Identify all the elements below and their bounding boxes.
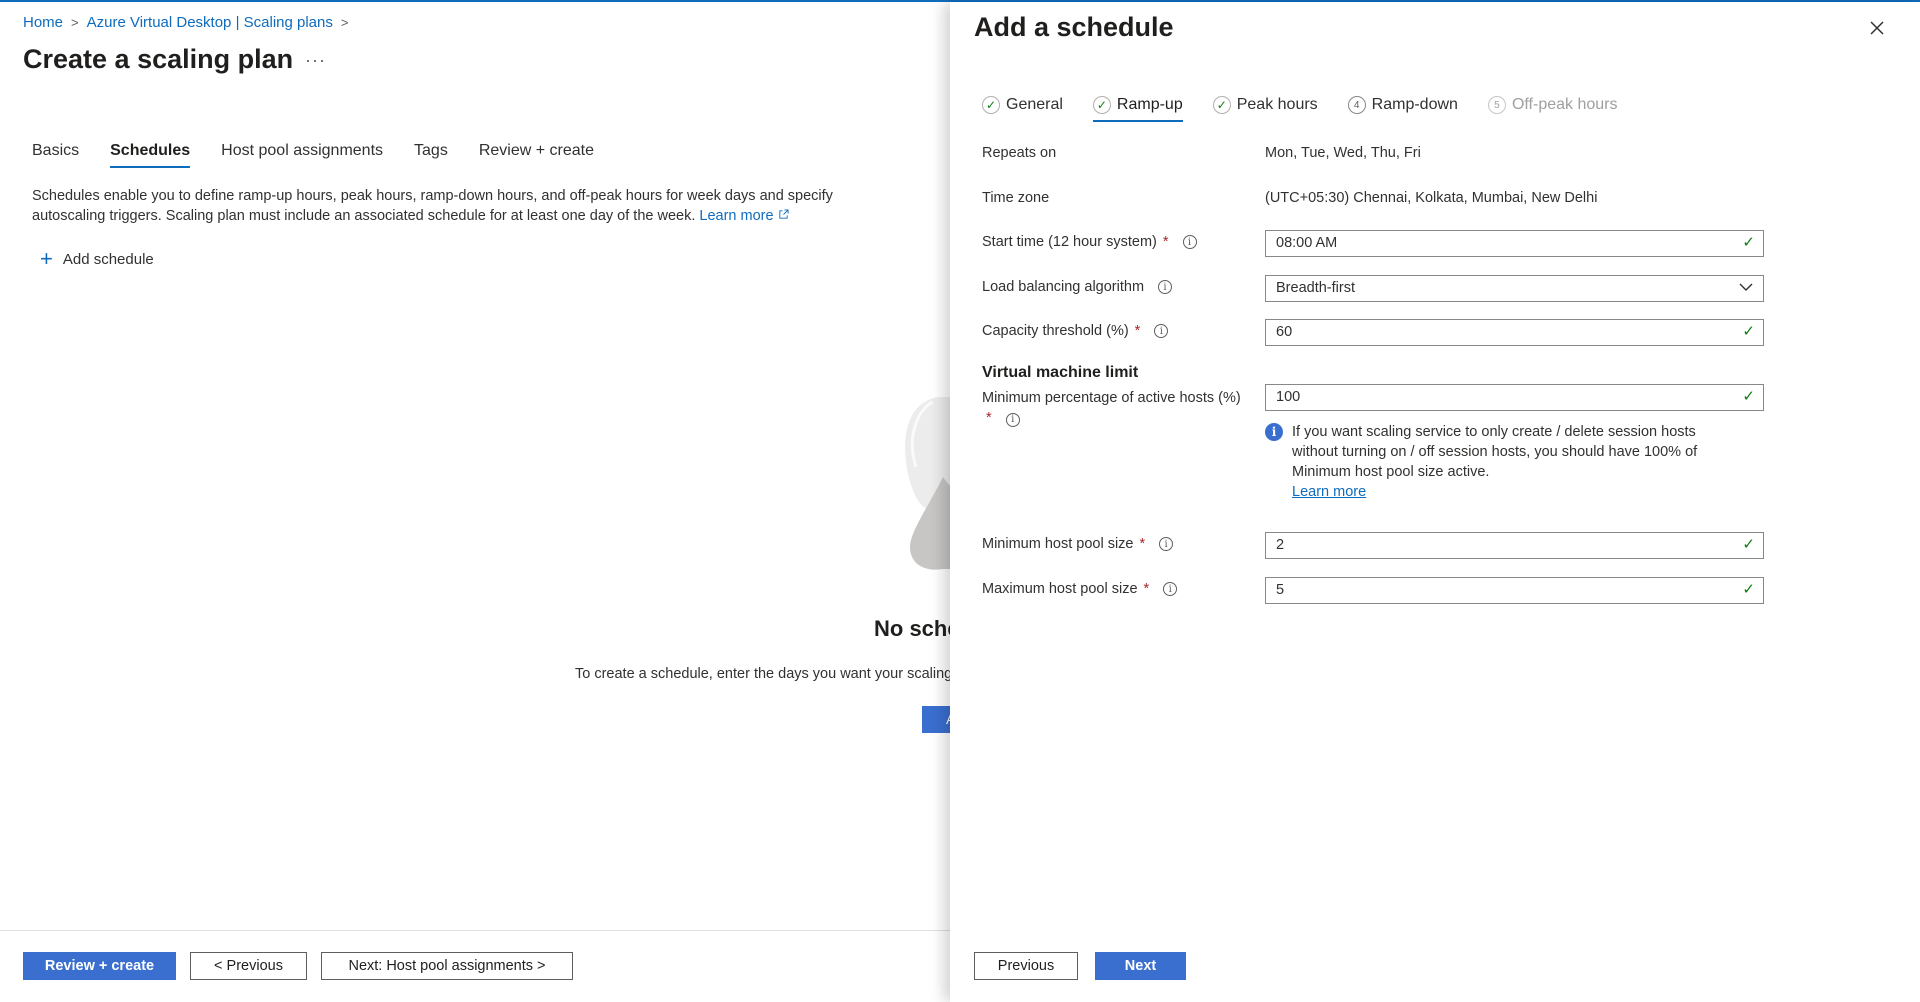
external-link-icon — [778, 209, 789, 219]
create-scaling-plan-page: Home > Azure Virtual Desktop | Scaling p… — [0, 2, 988, 1002]
schedule-steps: ✓ General ✓ Ramp-up ✓ Peak hours 4 Ramp-… — [982, 96, 1647, 122]
max-pool-size-input[interactable]: 5 ✓ — [1265, 577, 1764, 604]
checkmark-icon: ✓ — [1742, 388, 1755, 405]
breadcrumb-separator: > — [71, 15, 79, 30]
checkmark-icon: ✓ — [1742, 234, 1755, 251]
info-icon[interactable]: i — [1005, 413, 1020, 427]
min-active-hosts-input[interactable]: 100 ✓ — [1265, 384, 1764, 411]
breadcrumb: Home > Azure Virtual Desktop | Scaling p… — [23, 14, 348, 31]
capacity-threshold-input[interactable]: 60 ✓ — [1265, 319, 1764, 346]
required-marker: * — [1143, 581, 1150, 597]
min-pool-size-value: 2 — [1276, 537, 1285, 553]
panel-title: Add a schedule — [974, 12, 1174, 42]
checkmark-icon: ✓ — [1742, 323, 1755, 340]
capacity-threshold-value: 60 — [1276, 324, 1293, 340]
footer-divider — [0, 930, 950, 931]
info-message: i If you want scaling service to only cr… — [1265, 422, 1725, 502]
step-number-icon: 4 — [1347, 96, 1366, 114]
required-marker: * — [1162, 234, 1169, 250]
start-time-input[interactable]: 08:00 AM ✓ — [1265, 230, 1764, 257]
info-icon[interactable]: i — [1158, 280, 1173, 294]
info-icon[interactable]: i — [1182, 235, 1197, 249]
page-title: Create a scaling plan — [23, 44, 294, 74]
tab-basics[interactable]: Basics — [32, 140, 79, 168]
info-circle-icon: i — [1265, 423, 1283, 441]
min-pool-size-input[interactable]: 2 ✓ — [1265, 532, 1764, 559]
start-time-value: 08:00 AM — [1276, 235, 1338, 251]
time-zone-value: (UTC+05:30) Chennai, Kolkata, Mumbai, Ne… — [1265, 190, 1598, 206]
checkmark-icon: ✓ — [1742, 581, 1755, 598]
info-message-body: If you want scaling service to only crea… — [1292, 422, 1725, 502]
max-pool-size-value: 5 — [1276, 582, 1285, 598]
schedules-description: Schedules enable you to define ramp-up h… — [32, 186, 892, 226]
max-pool-size-label: Maximum host pool size * i — [982, 581, 1178, 597]
info-icon[interactable]: i — [1159, 537, 1174, 551]
add-schedule-label: Add schedule — [62, 250, 154, 268]
add-schedule-panel: Add a schedule ✓ General ✓ Ramp-up ✓ Pea… — [950, 2, 1920, 1002]
info-icon[interactable]: i — [1154, 324, 1169, 338]
load-balancing-label: Load balancing algorithm i — [982, 279, 1173, 295]
more-options-button[interactable]: ··· — [305, 50, 326, 71]
tab-review-create[interactable]: Review + create — [479, 140, 594, 168]
step-label: Off-peak hours — [1511, 96, 1618, 113]
next-host-pool-assignments-button[interactable]: Next: Host pool assignments > — [321, 952, 573, 980]
load-balancing-value: Breadth-first — [1276, 280, 1355, 296]
breadcrumb-separator: > — [340, 15, 349, 30]
load-balancing-dropdown[interactable]: Breadth-first — [1265, 275, 1764, 302]
step-label: Ramp-up — [1116, 96, 1183, 113]
load-balancing-text: Load balancing algorithm — [982, 279, 1145, 295]
check-circle-icon: ✓ — [1092, 96, 1111, 114]
tab-tags[interactable]: Tags — [414, 140, 448, 168]
learn-more-link[interactable]: Learn more — [699, 208, 789, 224]
wizard-tabs: Basics Schedules Host pool assignments T… — [32, 140, 625, 168]
time-zone-label: Time zone — [982, 190, 1050, 206]
step-off-peak-hours: 5 Off-peak hours — [1487, 96, 1618, 122]
tab-host-pool-assignments[interactable]: Host pool assignments — [221, 140, 383, 168]
start-time-label: Start time (12 hour system) * i — [982, 234, 1197, 250]
max-pool-size-text: Maximum host pool size — [982, 581, 1138, 597]
plus-icon: + — [40, 246, 53, 271]
step-peak-hours[interactable]: ✓ Peak hours — [1212, 96, 1318, 122]
step-label: General — [1006, 96, 1063, 113]
empty-state-title: No sche — [874, 616, 960, 641]
add-schedule-button[interactable]: + Add schedule — [40, 246, 154, 271]
vm-limit-heading: Virtual machine limit — [982, 364, 1139, 381]
breadcrumb-scaling-plans[interactable]: Azure Virtual Desktop | Scaling plans — [87, 14, 333, 31]
min-active-hosts-text: Minimum percentage of active hosts (%) — [982, 390, 1241, 406]
empty-state-description: To create a schedule, enter the days you… — [575, 666, 953, 682]
panel-next-button[interactable]: Next — [1095, 952, 1186, 980]
info-icon[interactable]: i — [1163, 582, 1178, 596]
step-label: Peak hours — [1236, 96, 1318, 113]
tab-schedules[interactable]: Schedules — [110, 140, 191, 168]
min-pool-size-label: Minimum host pool size * i — [982, 536, 1174, 552]
info-learn-more-link[interactable]: Learn more — [1292, 482, 1725, 502]
check-circle-icon: ✓ — [1212, 96, 1231, 114]
capacity-threshold-label: Capacity threshold (%) * i — [982, 323, 1169, 339]
close-icon[interactable] — [1865, 16, 1889, 40]
step-general[interactable]: ✓ General — [982, 96, 1063, 122]
repeats-on-value: Mon, Tue, Wed, Thu, Fri — [1265, 145, 1421, 161]
panel-previous-button[interactable]: Previous — [974, 952, 1078, 980]
start-time-text: Start time (12 hour system) — [982, 234, 1157, 250]
required-marker: * — [1139, 536, 1146, 552]
required-marker: * — [986, 410, 992, 426]
learn-more-label: Learn more — [699, 208, 774, 224]
previous-button[interactable]: < Previous — [190, 952, 307, 980]
min-active-hosts-label: Minimum percentage of active hosts (%) *… — [982, 388, 1262, 428]
step-ramp-down[interactable]: 4 Ramp-down — [1347, 96, 1458, 122]
step-number-icon: 5 — [1487, 96, 1506, 114]
min-pool-size-text: Minimum host pool size — [982, 536, 1134, 552]
required-marker: * — [1134, 323, 1141, 339]
capacity-threshold-text: Capacity threshold (%) — [982, 323, 1129, 339]
chevron-down-icon — [1739, 283, 1753, 291]
info-message-text: If you want scaling service to only crea… — [1292, 424, 1698, 480]
breadcrumb-home[interactable]: Home — [23, 14, 63, 31]
step-label: Ramp-down — [1371, 96, 1458, 113]
step-ramp-up[interactable]: ✓ Ramp-up — [1092, 96, 1183, 122]
min-active-hosts-value: 100 — [1276, 389, 1301, 405]
review-create-button[interactable]: Review + create — [23, 952, 176, 980]
checkmark-icon: ✓ — [1742, 536, 1755, 553]
check-circle-icon: ✓ — [982, 96, 1000, 114]
repeats-on-label: Repeats on — [982, 145, 1057, 161]
